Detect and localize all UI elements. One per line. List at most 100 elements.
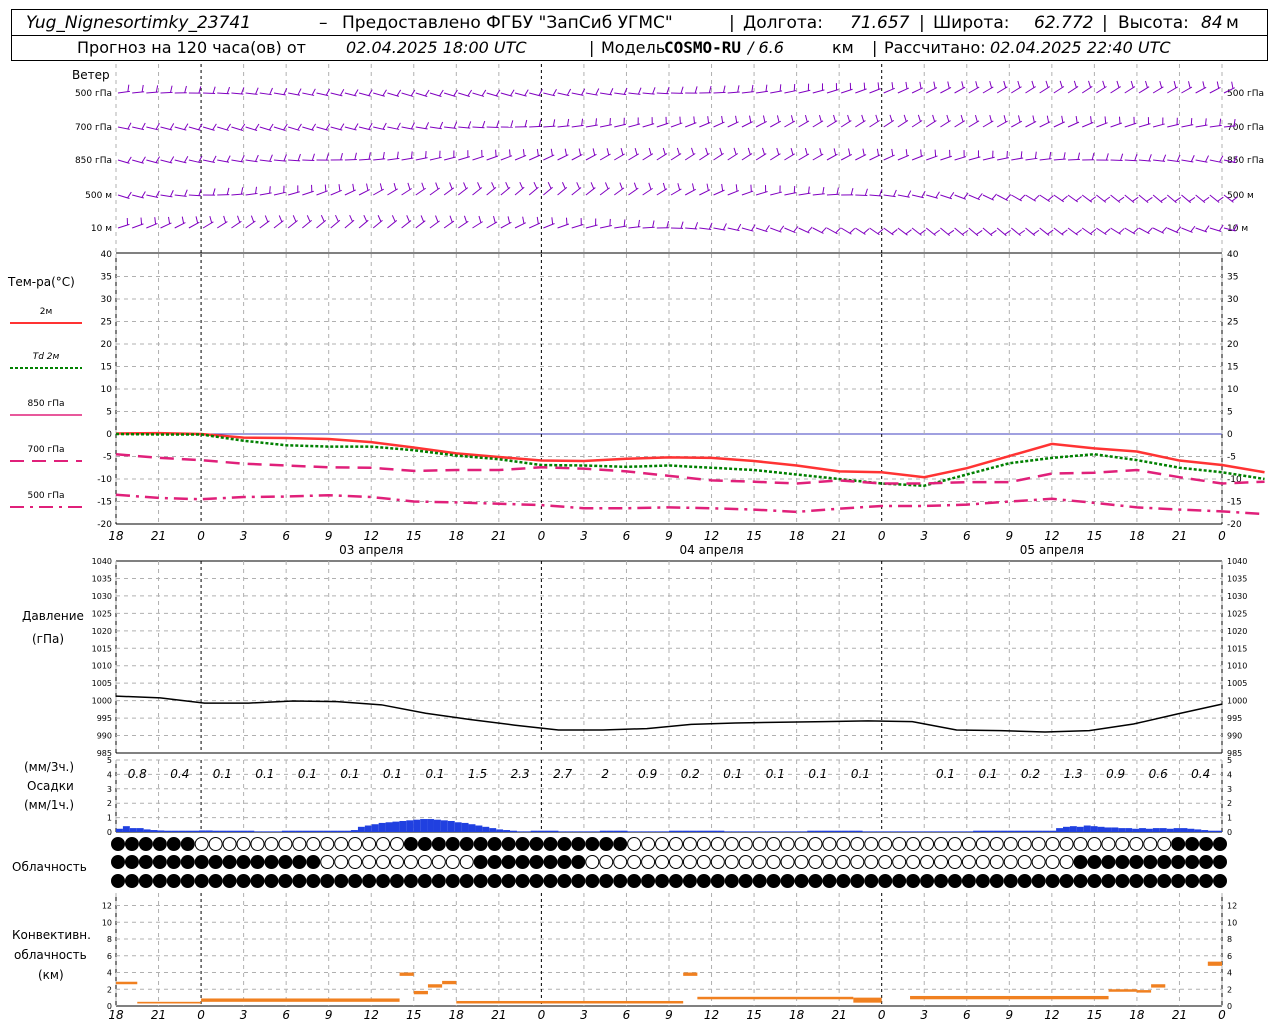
- cloud-circle: [1199, 874, 1214, 888]
- cloud-circle: [417, 837, 432, 851]
- pressure-tick-label-right: 990: [1227, 732, 1242, 741]
- cloud-circle: [1087, 837, 1102, 851]
- cloud-circle: [961, 837, 976, 851]
- cloud-circle: [334, 837, 349, 851]
- wind-barb-flag: [496, 120, 500, 128]
- cloud-circle: [934, 874, 949, 888]
- precip-bar: [869, 831, 877, 832]
- cloud-circle: [1129, 874, 1144, 888]
- wind-barb-flag: [425, 151, 427, 159]
- wind-barb-flag: [765, 84, 768, 92]
- hour-label: 0: [1218, 529, 1226, 543]
- wind-barb-flag: [949, 192, 955, 199]
- precip-bar: [1104, 827, 1112, 832]
- precip-bar: [890, 831, 898, 832]
- wind-barb-flag: [510, 89, 515, 96]
- precip-3h-label: 0.1: [255, 767, 274, 781]
- wind-barb-flag: [694, 86, 698, 94]
- temp-tick-label: 10: [101, 385, 113, 395]
- wind-barb-flag: [1105, 153, 1109, 161]
- wind-barb-flag: [478, 215, 482, 223]
- precip-bar: [558, 831, 566, 832]
- cloud-circle: [208, 855, 223, 869]
- precip-3h-label: 0.6: [1149, 767, 1168, 781]
- precip-bar: [599, 830, 607, 832]
- precip-3h-label: 0.1: [808, 767, 827, 781]
- temp-tick-label-right: 15: [1227, 363, 1238, 373]
- cloud-circle: [292, 855, 307, 869]
- wind-barb-flag: [268, 123, 274, 131]
- wind-barb-flag: [382, 122, 387, 130]
- cloud-circle: [529, 837, 544, 851]
- cloud-circle: [1213, 874, 1227, 888]
- precip-bar: [143, 829, 151, 832]
- cloud-circle: [1199, 837, 1214, 851]
- wind-barb-flag: [933, 81, 936, 89]
- pressure-tick-label-right: 1020: [1227, 627, 1247, 636]
- precip-tick-label: 3: [107, 785, 112, 794]
- conv-tick-label: 8: [107, 935, 112, 944]
- cloud-circle: [1073, 837, 1088, 851]
- conv-tick-label-right: 12: [1227, 902, 1237, 911]
- wind-barb-flag: [863, 228, 870, 234]
- cloud-circle: [445, 855, 460, 869]
- cloud-circle: [362, 855, 377, 869]
- cloud-circle: [947, 855, 962, 869]
- wind-barb-flag: [737, 223, 742, 231]
- wind-barb-flag: [1120, 153, 1124, 161]
- wind-barb-flag: [183, 156, 189, 163]
- cloud-circle: [989, 855, 1004, 869]
- precip-3h-label: 0.1: [723, 767, 742, 781]
- hour-label-bottom: 3: [240, 1008, 248, 1022]
- wind-barb-flag: [1089, 196, 1097, 202]
- precip-bar: [738, 831, 746, 832]
- cloud-circle: [543, 855, 558, 869]
- cloud-circle: [152, 874, 167, 888]
- hour-label-bottom: 0: [197, 1008, 205, 1022]
- cloud-circle: [975, 837, 990, 851]
- precip-bar: [150, 830, 158, 832]
- wind-barb-flag: [1187, 81, 1191, 89]
- cloud-circle: [111, 837, 125, 851]
- date-label: 05 апреля: [1020, 543, 1084, 557]
- wind-barb-flag: [1032, 115, 1035, 123]
- cloud-circle: [320, 837, 335, 851]
- cloud-circle: [696, 855, 711, 869]
- wind-barb-flag: [212, 188, 216, 196]
- cloud-circle: [627, 837, 642, 851]
- meteogram-chart: 500 гПа 500 гПа 700 гПа 700 гПа 850 гПа 850 г…: [10, 64, 1265, 1022]
- cloud-circle: [320, 855, 335, 869]
- cloud-circle: [850, 837, 865, 851]
- cloud-circle: [515, 874, 530, 888]
- cloud-circle: [1115, 855, 1130, 869]
- cloud-circle: [794, 874, 809, 888]
- wind-barb-flag: [991, 193, 997, 200]
- precip-bar: [1180, 828, 1188, 832]
- precip-tick-label: 0: [107, 828, 112, 837]
- precip-bar: [302, 830, 310, 832]
- precip-bar: [1000, 830, 1008, 832]
- wind-barb-flag: [1033, 195, 1040, 201]
- cloud-circle: [822, 855, 837, 869]
- precip-3h-label: 0.1: [425, 767, 444, 781]
- precip-bar: [523, 831, 531, 832]
- wind-barb-flag: [495, 89, 501, 97]
- cloud-circle: [668, 874, 683, 888]
- conv-bar: [1207, 961, 1222, 966]
- temp-tick-label: -5: [103, 453, 112, 463]
- precip-bar: [205, 830, 213, 832]
- wind-barb-flag: [1133, 227, 1139, 234]
- wind-barb-flag: [863, 82, 866, 90]
- wind-barb-flag: [1063, 152, 1066, 160]
- cloud-circle: [292, 837, 307, 851]
- precip-bar: [1097, 826, 1105, 832]
- wind-barb-flag: [254, 123, 260, 131]
- precip-bar: [606, 830, 614, 832]
- cloud-circle: [682, 874, 697, 888]
- hour-label: 15: [746, 529, 761, 543]
- wind-barb-flag: [974, 114, 978, 122]
- pressure-tick-label: 1025: [92, 609, 112, 618]
- wind-barb-flag: [606, 148, 610, 156]
- precip-bar: [1069, 826, 1077, 832]
- wind-barb-flag: [547, 182, 552, 189]
